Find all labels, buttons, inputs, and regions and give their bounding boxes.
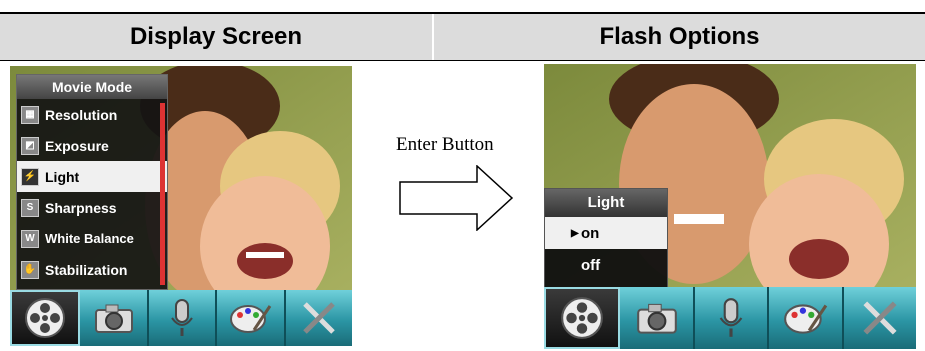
movie-reel-icon	[25, 298, 66, 338]
movie-mode-menu: Movie Mode ▦ Resolution ◩ Exposure ⚡ Lig…	[16, 74, 168, 290]
audio-mode-tab[interactable]	[148, 290, 218, 346]
resolution-icon: ▦	[21, 105, 39, 124]
menu-item-white-balance[interactable]: W White Balance	[17, 223, 167, 254]
option-label: on	[581, 224, 600, 242]
movie-mode-tab[interactable]	[544, 287, 621, 349]
menu-item-label: Exposure	[45, 137, 109, 154]
menu-item-light[interactable]: ⚡ Light	[17, 161, 167, 192]
effects-mode-tab[interactable]	[769, 287, 844, 349]
menu-scrollbar[interactable]	[160, 103, 165, 285]
camera-icon	[636, 303, 677, 334]
menu-item-label: Stabilization	[45, 261, 128, 278]
enter-button-label: Enter Button	[396, 134, 494, 155]
effects-mode-tab[interactable]	[217, 290, 286, 346]
sharpness-icon: S	[21, 198, 39, 217]
menu-item-exposure[interactable]: ◩ Exposure	[17, 130, 167, 161]
setup-mode-tab[interactable]	[285, 290, 352, 346]
menu-item-label: Light	[45, 168, 80, 185]
menu-item-label: Resolution	[45, 106, 118, 123]
movie-mode-tab[interactable]	[10, 290, 81, 346]
palette-icon	[784, 304, 828, 334]
audio-mode-tab[interactable]	[694, 287, 770, 349]
microphone-icon	[171, 299, 193, 336]
palette-icon	[230, 305, 272, 333]
camera-icon	[94, 304, 133, 333]
menu-item-stabilization[interactable]: ✋ Stabilization	[17, 254, 167, 285]
mode-toolbar	[10, 290, 352, 346]
white-balance-icon: W	[21, 229, 39, 248]
menu-item-sharpness[interactable]: S Sharpness	[17, 192, 167, 223]
popup-title: Light	[545, 189, 667, 217]
flash-options-screen: Light ▶ on off	[544, 64, 916, 349]
light-options-popup: Light ▶ on off	[544, 188, 668, 288]
tools-icon	[303, 302, 335, 334]
microphone-icon	[719, 298, 743, 337]
exposure-icon: ◩	[21, 136, 39, 155]
menu-item-label: Sharpness	[45, 199, 117, 216]
stabilization-icon: ✋	[21, 260, 39, 279]
light-icon: ⚡	[21, 167, 39, 186]
right-arrow-icon	[399, 165, 514, 231]
menu-item-label: White Balance	[45, 231, 134, 246]
header-rule	[0, 60, 925, 61]
selected-marker-icon: ▶	[571, 227, 579, 239]
header-flash-options: Flash Options	[434, 14, 925, 60]
header-display-screen: Display Screen	[0, 14, 432, 60]
movie-reel-icon	[561, 297, 604, 339]
display-screen: Movie Mode ▦ Resolution ◩ Exposure ⚡ Lig…	[10, 66, 352, 346]
camera-mode-tab[interactable]	[620, 287, 695, 349]
setup-mode-tab[interactable]	[843, 287, 916, 349]
menu-item-resolution[interactable]: ▦ Resolution	[17, 99, 167, 130]
option-label: off	[581, 256, 601, 274]
menu-title: Movie Mode	[17, 75, 167, 99]
option-on[interactable]: ▶ on	[545, 217, 667, 249]
option-off[interactable]: off	[545, 249, 667, 281]
camera-mode-tab[interactable]	[80, 290, 149, 346]
mode-toolbar	[544, 287, 916, 349]
tools-icon	[863, 301, 897, 335]
